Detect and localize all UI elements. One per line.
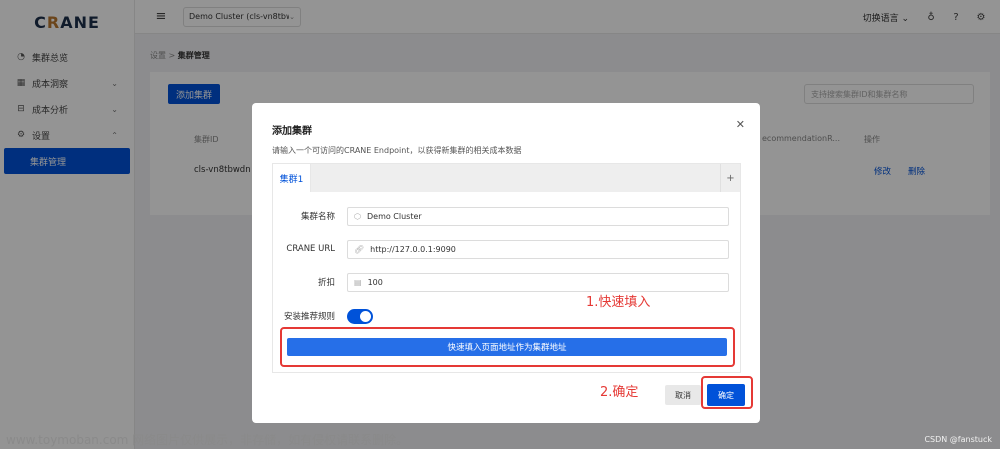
confirm-button[interactable]: 确定 [707,384,745,406]
ticket-icon: ▤ [354,277,362,287]
annotation-box-quick-fill [280,327,735,367]
close-icon[interactable]: ✕ [736,118,745,131]
cluster-name-input[interactable]: ⬡ Demo Cluster [347,206,729,226]
crane-url-label: CRANE URL [286,244,335,254]
crane-url-input[interactable]: 🔗︎ http://127.0.0.1:9090 [347,239,729,259]
form-row-discount: 折扣 ▤ 100 [273,272,742,292]
discount-input[interactable]: ▤ 100 [347,272,729,292]
discount-label: 折扣 [317,278,335,288]
tab-bar: 集群1 + [273,164,740,192]
dialog-title: 添加集群 [272,126,312,137]
tab-cluster-1[interactable]: 集群1 [273,164,311,192]
dialog-description: 请输入一个可访问的CRANE Endpoint，以获得新集群的相关成本数据 [272,146,522,155]
cube-icon: ⬡ [354,211,361,221]
annotation-step-1: 1.快速填入 [586,295,651,310]
cluster-name-label: 集群名称 [300,212,335,222]
install-rules-toggle[interactable] [347,308,373,324]
add-cluster-dialog: 添加集群 ✕ 请输入一个可访问的CRANE Endpoint，以获得新集群的相关… [252,103,760,423]
link-icon: 🔗︎ [354,244,365,254]
form-row-rules: 安装推荐规则 [273,306,742,326]
install-rules-label: 安装推荐规则 [283,312,335,322]
watermark: www.toymoban.com 网络图片仅供展示，非存储，如有侵权请联系删除。 [6,433,409,447]
annotation-step-2: 2.确定 [600,385,639,400]
form-row-url: CRANE URL 🔗︎ http://127.0.0.1:9090 [273,239,742,259]
form-row-name: 集群名称 ⬡ Demo Cluster [273,206,742,226]
add-tab-button[interactable]: + [720,164,740,192]
credit: CSDN @fanstuck [924,435,992,444]
cancel-button[interactable]: 取消 [665,385,701,405]
